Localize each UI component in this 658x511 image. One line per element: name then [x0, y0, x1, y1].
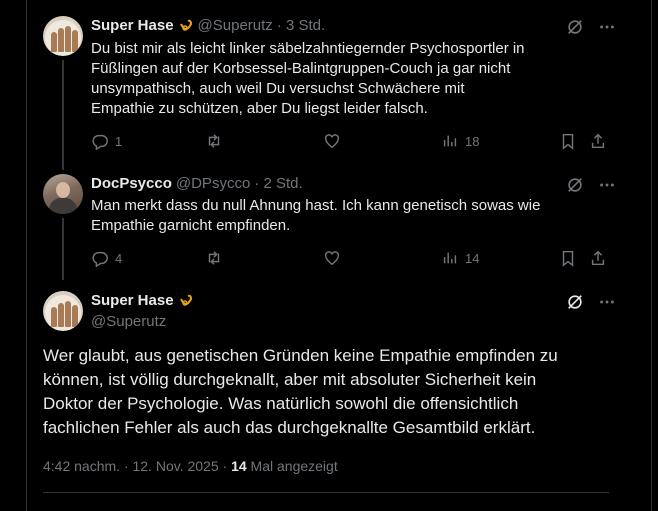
avatar[interactable] [43, 174, 83, 214]
views-button[interactable]: 14 [441, 249, 479, 267]
conversation-column: Super Hase @Superutz · 3 Std. Du bist mi… [26, 0, 652, 511]
share-icon [589, 249, 607, 267]
reply-button[interactable]: 4 [91, 249, 122, 267]
tweet-header: Super Hase @Superutz · 3 Std. [91, 17, 325, 34]
more-icon[interactable] [598, 176, 616, 194]
like-button[interactable] [323, 249, 347, 267]
thread-line [62, 60, 64, 170]
tweet-header: DocPsycco @DPsycco · 2 Std. [91, 175, 303, 192]
bookmark-icon [559, 249, 577, 267]
view-label: Mal angezeigt [246, 458, 338, 474]
tweet-actions: 4 14 [91, 249, 631, 269]
thread-line [62, 218, 64, 280]
post-timestamp[interactable]: 4:42 nachm. · 12. Nov. 2025 · [43, 458, 231, 474]
grok-icon[interactable] [566, 293, 584, 311]
more-icon[interactable] [598, 18, 616, 36]
verified-gold-icon [178, 18, 194, 34]
bookmark-icon [559, 132, 577, 150]
share-button[interactable] [589, 249, 607, 267]
more-icon[interactable] [598, 293, 616, 311]
tweet-1[interactable]: Super Hase @Superutz · 3 Std. Du bist mi… [27, 0, 651, 170]
handle-row: @Superutz [91, 313, 166, 330]
views-icon [441, 132, 459, 150]
avatar[interactable] [43, 291, 83, 331]
views-count: 18 [465, 133, 480, 149]
repost-button[interactable] [205, 132, 229, 150]
bookmark-button[interactable] [559, 132, 577, 150]
bookmark-button[interactable] [559, 249, 577, 267]
tweet-text: Man merkt dass du null Ahnung hast. Ich … [91, 197, 541, 234]
user-handle[interactable]: @DPsycco [176, 175, 250, 192]
view-count: 14 [231, 458, 247, 474]
reply-count: 4 [115, 250, 123, 266]
views-button[interactable]: 18 [441, 132, 479, 150]
repost-icon [205, 132, 223, 150]
grok-icon[interactable] [566, 18, 584, 36]
like-icon [323, 132, 341, 150]
reply-icon [91, 132, 109, 150]
post-time[interactable]: · 2 Std. [254, 175, 302, 192]
reply-button[interactable]: 1 [91, 132, 122, 150]
divider [43, 492, 609, 493]
tweet-2[interactable]: DocPsycco @DPsycco · 2 Std. Man merkt da… [27, 160, 651, 280]
reply-icon [91, 249, 109, 267]
tweet-top-actions [566, 18, 616, 36]
user-handle[interactable]: @Superutz [198, 17, 273, 34]
reply-count: 1 [115, 133, 123, 149]
tweet-actions: 1 18 [91, 132, 631, 152]
display-name[interactable]: Super Hase [91, 292, 174, 309]
display-name[interactable]: Super Hase [91, 17, 174, 34]
user-handle[interactable]: @Superutz [91, 313, 166, 330]
tweet-top-actions [566, 293, 616, 311]
views-icon [441, 249, 459, 267]
like-button[interactable] [323, 132, 347, 150]
display-name[interactable]: DocPsycco [91, 175, 172, 192]
tweet-text: Du bist mir als leicht linker säbelzahnt… [91, 40, 525, 117]
repost-button[interactable] [205, 249, 229, 267]
post-time[interactable]: · 3 Std. [277, 17, 325, 34]
verified-gold-icon [178, 293, 194, 309]
share-icon [589, 132, 607, 150]
tweet-header: Super Hase [91, 292, 194, 309]
avatar[interactable] [43, 16, 83, 56]
grok-icon[interactable] [566, 176, 584, 194]
tweet-top-actions [566, 176, 616, 194]
share-button[interactable] [589, 132, 607, 150]
post-meta: 4:42 nachm. · 12. Nov. 2025 · 14 Mal ang… [43, 458, 338, 474]
like-icon [323, 249, 341, 267]
main-tweet-text: Wer glaubt, aus genetischen Gründen kein… [43, 346, 558, 437]
views-count: 14 [465, 250, 480, 266]
main-tweet: Super Hase @Superutz Wer glaubt, aus gen… [27, 280, 651, 511]
repost-icon [205, 249, 223, 267]
